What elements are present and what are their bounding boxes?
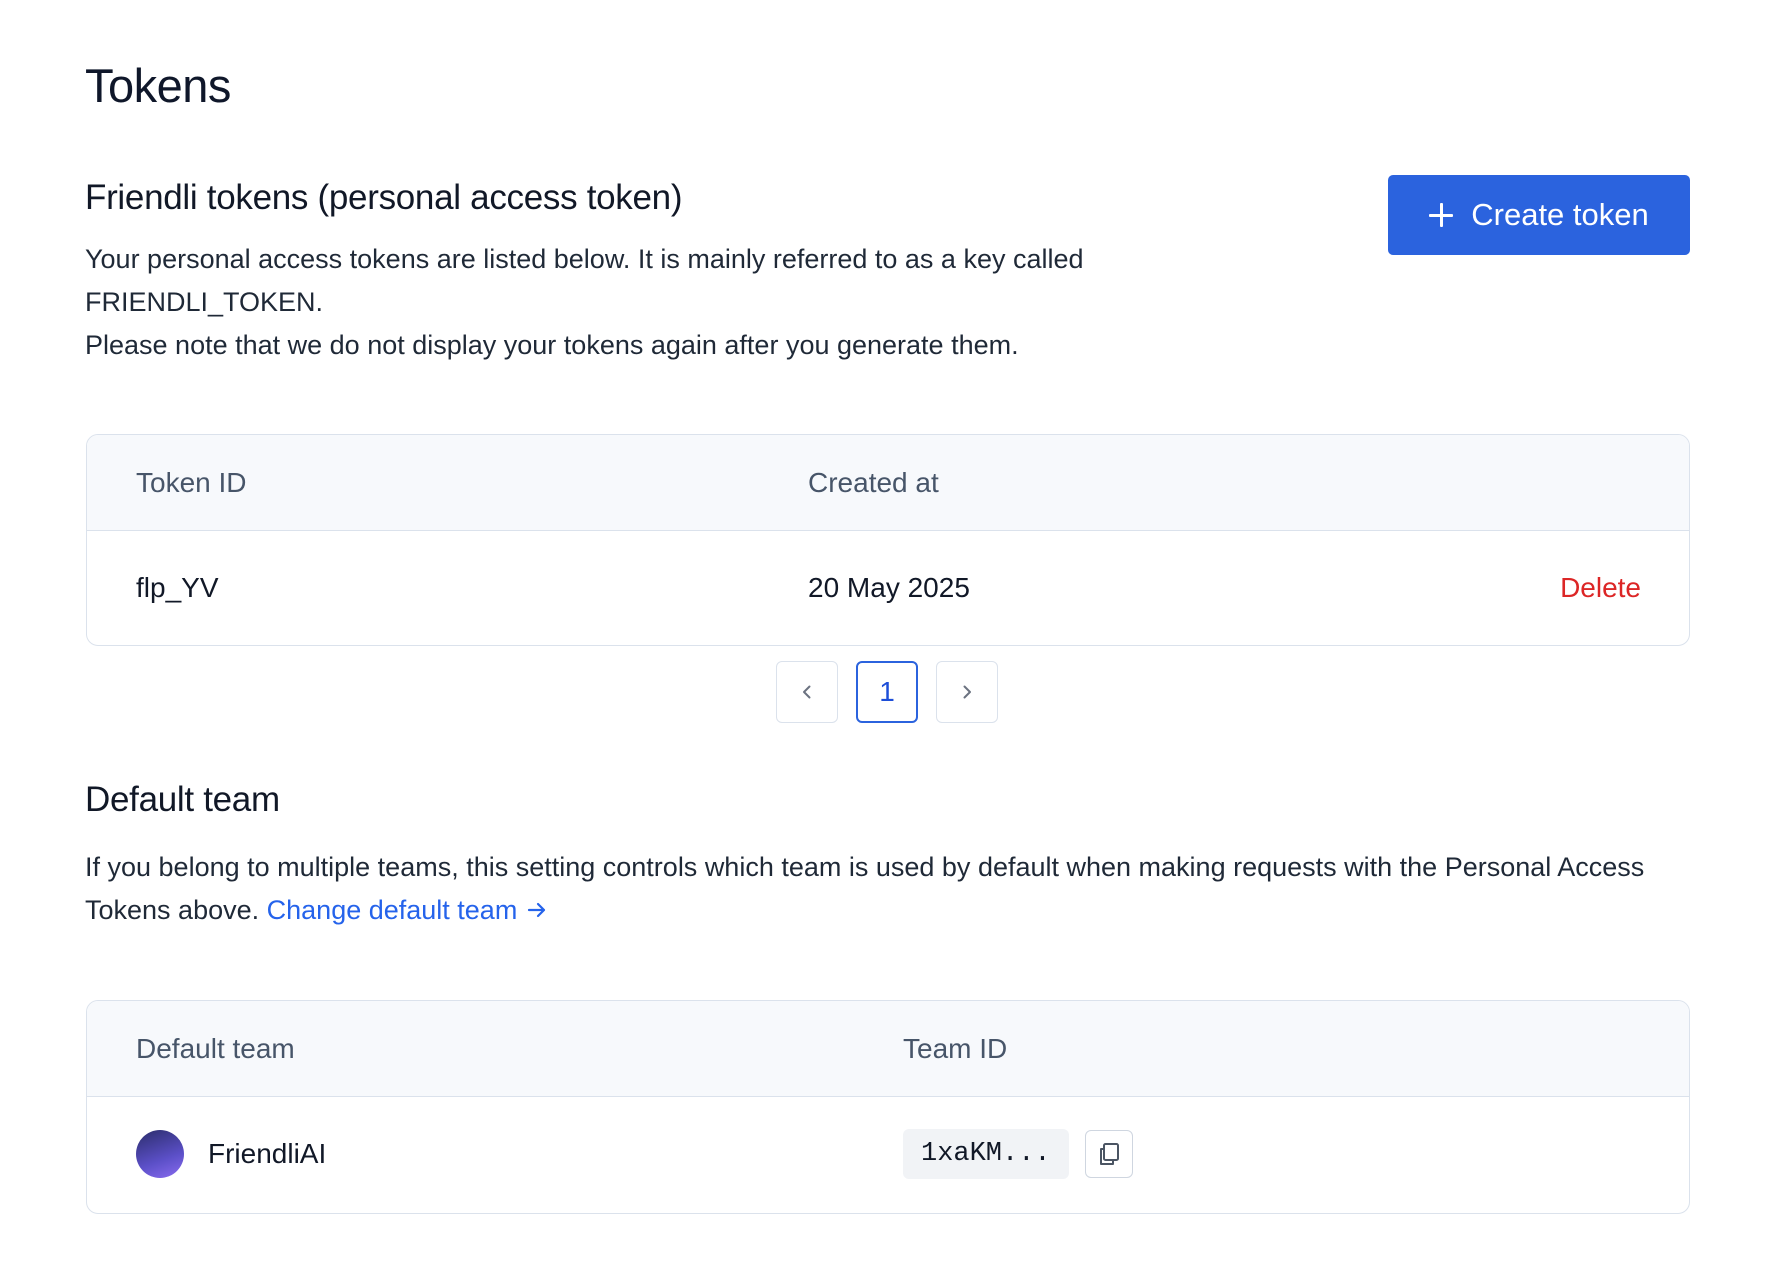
create-token-button[interactable]: Create token [1388, 175, 1690, 255]
tokens-table-header: Token ID Created at [87, 435, 1689, 531]
delete-token-button[interactable]: Delete [1560, 531, 1641, 645]
avatar [136, 1130, 184, 1178]
next-page-button[interactable] [936, 661, 998, 723]
team-id-value: 1xaKM... [903, 1129, 1069, 1179]
column-header-team-id: Team ID [903, 1001, 1007, 1097]
change-default-team-label: Change default team [267, 895, 518, 925]
column-header-default-team: Default team [136, 1001, 295, 1097]
tokens-description-line1: Your personal access tokens are listed b… [85, 238, 1145, 324]
tokens-table: Token ID Created at flp_YV 20 May 2025 D… [86, 434, 1690, 646]
create-token-label: Create token [1471, 197, 1649, 233]
page-title: Tokens [85, 58, 231, 113]
team-id-cell: 1xaKM... [903, 1097, 1133, 1211]
page-button-1[interactable]: 1 [856, 661, 918, 723]
table-row: flp_YV 20 May 2025 Delete [87, 531, 1689, 645]
tokens-section-title: Friendli tokens (personal access token) [85, 178, 682, 218]
tokens-description-line2: Please note that we do not display your … [85, 324, 1145, 367]
chevron-right-icon [958, 683, 976, 701]
default-team-table: Default team Team ID FriendliAI 1xaKM... [86, 1000, 1690, 1214]
chevron-left-icon [798, 683, 816, 701]
default-team-table-header: Default team Team ID [87, 1001, 1689, 1097]
tokens-page: Tokens Friendli tokens (personal access … [0, 0, 1768, 1268]
tokens-description: Your personal access tokens are listed b… [85, 238, 1145, 367]
change-default-team-link[interactable]: Change default team [267, 895, 550, 925]
plus-icon [1429, 203, 1453, 227]
column-header-token-id: Token ID [136, 435, 247, 531]
previous-page-button[interactable] [776, 661, 838, 723]
created-at-cell: 20 May 2025 [808, 531, 970, 645]
default-team-section-title: Default team [85, 780, 280, 820]
default-team-description: If you belong to multiple teams, this se… [85, 846, 1645, 932]
copy-icon [1096, 1141, 1122, 1167]
column-header-created-at: Created at [808, 435, 939, 531]
arrow-right-icon [525, 898, 549, 922]
token-id-cell: flp_YV [136, 531, 219, 645]
table-row: FriendliAI 1xaKM... [87, 1097, 1689, 1211]
copy-team-id-button[interactable] [1085, 1130, 1133, 1178]
team-name: FriendliAI [208, 1138, 326, 1170]
team-cell: FriendliAI [136, 1097, 326, 1211]
